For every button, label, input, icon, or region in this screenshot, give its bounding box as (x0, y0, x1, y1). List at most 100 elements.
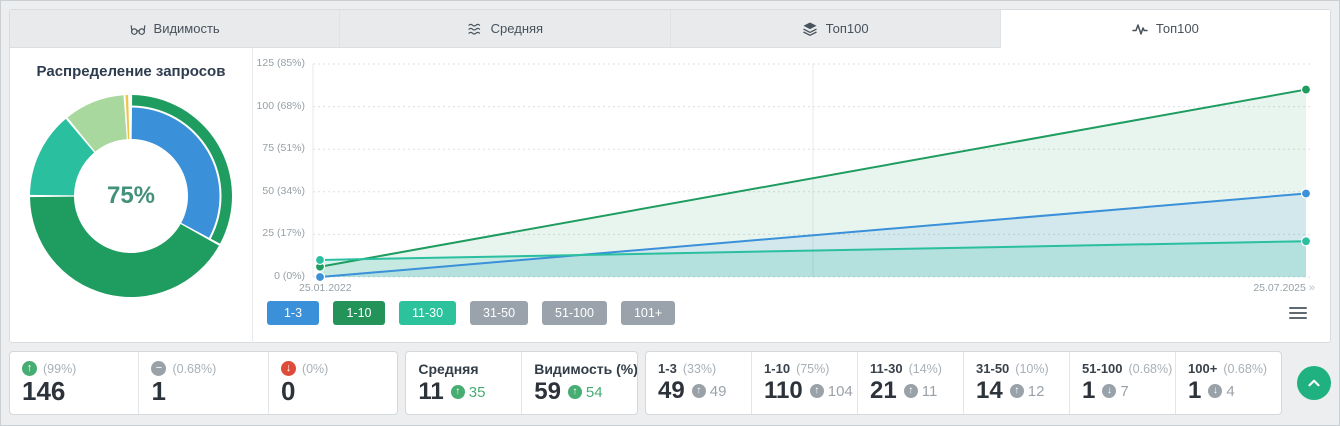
tab-топ100-2[interactable]: Топ100 (670, 10, 1001, 48)
total-percent: (0.68%) (172, 361, 217, 376)
range-value-row: 14 ↑ 12 (976, 377, 1057, 406)
range-value: 14 (976, 377, 1003, 404)
total-cell-0[interactable]: ↑ (99%) 146 (10, 352, 138, 414)
tab-label: Видимость (153, 21, 220, 36)
point-1-3 (1300, 188, 1312, 199)
range-cell-11-30[interactable]: 11-30 (14%) 21 ↑ 11 (857, 352, 963, 414)
up-circle-icon: ↑ (691, 384, 706, 399)
average-lines-icon (467, 21, 483, 37)
y-tick-label: 25 (17%) (262, 227, 305, 240)
legend-button-1-10[interactable]: 1-10 (333, 301, 385, 325)
range-cell-100+[interactable]: 100+ (0.68%) 1 ↓ 4 (1175, 352, 1281, 414)
total-value: 0 (280, 376, 296, 406)
range-delta-value: 7 (1120, 382, 1129, 400)
up-circle-icon: ↑ (903, 384, 918, 399)
legend-button-101+[interactable]: 101+ (620, 301, 676, 325)
ranges-card: 1-3 (33%) 49 ↑ 49 1-10 (75%) 110 ↑ 104 11-30 (14%) 2… (645, 351, 1283, 415)
average-cell-0[interactable]: Средняя 11 ↑ 35 (406, 352, 521, 414)
summary-bar: ↑ (99%) 146− (0.68%) 1 ↓ (0%) 0 Средняя 11 ↑ 35 Вид… (9, 351, 1331, 415)
range-delta-value: 104 (827, 382, 853, 400)
y-tick-label: 0 (0%) (274, 270, 305, 282)
legend-button-31-50[interactable]: 31-50 (470, 301, 529, 325)
range-percent: (75%) (796, 361, 830, 376)
average-value: 11 (418, 378, 444, 405)
average-label: Видимость (%) (534, 361, 638, 377)
tab-средняя-1[interactable]: Средняя (340, 10, 671, 48)
average-delta: ↑ 35 (450, 383, 486, 401)
range-percent: (0.68%) (1128, 361, 1173, 376)
y-tick-label: 50 (34%) (262, 184, 305, 197)
chart-section: 125 (85%) 100 (68%) 75 (51%) 50 (34%) 25 (17… (253, 48, 1330, 343)
average-value: 59 (534, 378, 561, 405)
range-delta: ↑ 11 (903, 382, 938, 400)
range-head: 11-30 (14%) (870, 361, 951, 376)
range-value: 1 (1082, 377, 1096, 404)
range-delta: ↑ 12 (1009, 382, 1045, 400)
range-head: 31-50 (10%) (976, 361, 1057, 376)
panel-content: Распределение запросов 75% 125 (85%) 100 … (10, 48, 1330, 343)
total-value-row: 1 (151, 376, 255, 407)
scroll-top-button[interactable] (1297, 366, 1331, 400)
layers-icon (802, 21, 818, 37)
point-11-30 (1300, 236, 1312, 247)
average-cell-1[interactable]: Видимость (%) 59 ↑ 54 (521, 352, 637, 414)
range-percent: (10%) (1015, 361, 1049, 376)
range-delta: ↑ 104 (809, 382, 853, 400)
total-head: − (0.68%) (151, 361, 255, 376)
point-1-3 (314, 271, 326, 283)
range-label: 11-30 (870, 361, 903, 376)
range-cell-31-50[interactable]: 31-50 (10%) 14 ↑ 12 (963, 352, 1069, 414)
tab-label: Топ100 (825, 21, 869, 36)
down-circle-icon: ↓ (280, 361, 296, 376)
point-1-10 (1300, 84, 1312, 95)
range-label: 100+ (1188, 361, 1218, 376)
total-value: 1 (151, 376, 166, 406)
legend-button-11-30[interactable]: 11-30 (399, 301, 457, 325)
total-value-row: 146 (22, 376, 126, 407)
range-cell-1-3[interactable]: 1-3 (33%) 49 ↑ 49 (646, 352, 751, 414)
total-cell-2[interactable]: ↓ (0%) 0 (267, 352, 397, 414)
average-head: Средняя (418, 361, 509, 377)
average-delta-value: 35 (468, 383, 486, 401)
range-delta-value: 12 (1027, 382, 1045, 400)
range-cell-1-10[interactable]: 1-10 (75%) 110 ↑ 104 (751, 352, 857, 414)
top-panel: Видимость Средняя Топ100 Топ100 Распределен… (9, 9, 1331, 343)
total-head: ↓ (0%) (280, 361, 385, 376)
y-tick-label: 125 (85%) (256, 57, 305, 69)
range-head: 1-3 (33%) (658, 361, 739, 376)
donut-segment-1-3 (131, 107, 220, 238)
up-circle-icon: ↑ (22, 361, 37, 376)
up-circle-icon: ↑ (450, 385, 465, 400)
x-axis-end-label: 25.07.2025 (1253, 282, 1306, 294)
donut-chart: 75% (29, 94, 233, 298)
chart-menu-icon[interactable] (1286, 304, 1310, 323)
legend-button-1-3[interactable]: 1-3 (267, 301, 319, 325)
range-label: 51-100 (1082, 361, 1123, 376)
tab-топ100-3[interactable]: Топ100 (1000, 10, 1330, 48)
range-cell-51-100[interactable]: 51-100 (0.68%) 1 ↓ 7 (1069, 352, 1175, 414)
range-delta: ↓ 4 (1208, 383, 1235, 400)
range-value-row: 1 ↓ 4 (1188, 377, 1269, 406)
range-label: 1-10 (764, 361, 791, 376)
range-percent: (33%) (682, 361, 717, 376)
range-head: 100+ (0.68%) (1188, 361, 1269, 376)
range-value: 1 (1188, 377, 1202, 404)
dashboard: Видимость Средняя Топ100 Топ100 Распределен… (1, 1, 1339, 423)
point-11-30 (314, 254, 326, 266)
legend-button-51-100[interactable]: 51-100 (542, 301, 607, 325)
tab-видимость-0[interactable]: Видимость (10, 10, 341, 48)
total-value-row: 0 (280, 376, 385, 407)
range-percent: (0.68%) (1223, 361, 1268, 376)
range-delta-value: 49 (709, 382, 727, 400)
up-circle-icon: ↑ (567, 385, 582, 400)
range-value-row: 21 ↑ 11 (870, 377, 951, 406)
donut-section: Распределение запросов 75% (10, 48, 253, 343)
range-delta-value: 11 (921, 382, 938, 400)
range-label: 31-50 (976, 361, 1010, 376)
line-chart-svg (312, 63, 1313, 283)
x-axis-arrow-icon: » (1308, 282, 1315, 294)
total-cell-1[interactable]: − (0.68%) 1 (138, 352, 267, 414)
range-label: 1-3 (658, 361, 677, 376)
donut-title: Распределение запросов (36, 63, 226, 80)
range-value: 110 (764, 377, 803, 404)
